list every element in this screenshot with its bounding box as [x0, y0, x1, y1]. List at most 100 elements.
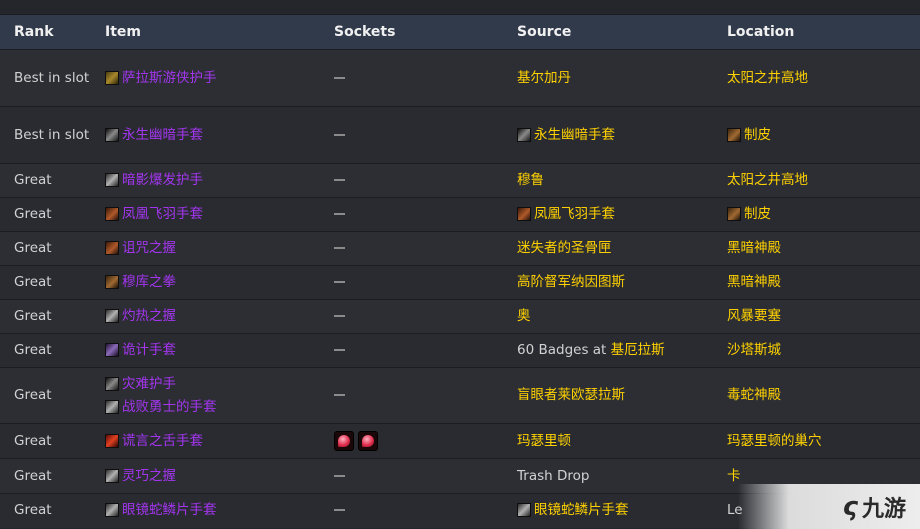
red-gem-socket-icon[interactable]	[358, 430, 378, 451]
source-link[interactable]: 盲眼者莱欧瑟拉斯	[517, 387, 625, 403]
source-cell: 盲眼者莱欧瑟拉斯	[503, 367, 713, 424]
source-link[interactable]: 玛瑟里顿	[517, 433, 571, 449]
location-link[interactable]: 黑暗神殿	[727, 240, 781, 256]
item-link[interactable]: 永生幽暗手套	[122, 127, 203, 143]
location-link[interactable]: 玛瑟里顿的巢穴	[727, 433, 822, 449]
location-link[interactable]: 太阳之井高地	[727, 172, 808, 188]
item-header[interactable]: Item	[91, 15, 320, 50]
item-link[interactable]: 灾难护手	[122, 376, 176, 392]
empty-dash	[334, 76, 345, 79]
logo-mark: ς	[842, 491, 858, 522]
gloves-icon[interactable]	[105, 433, 119, 448]
location-link[interactable]: 卡	[727, 468, 741, 484]
table-row: Great 谎言之舌手套 玛瑟里顿 玛瑟里顿的巢穴	[0, 423, 920, 459]
rank-cell: Great	[0, 231, 91, 266]
empty-dash	[334, 315, 345, 317]
source-cell: 基尔加丹	[503, 49, 713, 107]
source-link[interactable]: 穆鲁	[517, 172, 544, 188]
source-cell: 永生幽暗手套	[503, 106, 713, 164]
source-link[interactable]: 眼镜蛇鳞片手套	[534, 502, 629, 518]
item-link[interactable]: 灼热之握	[122, 308, 176, 324]
location-header[interactable]: Location	[713, 15, 920, 50]
table-row: Great 穆库之拳 高阶督军纳因图斯 黑暗神殿	[0, 265, 920, 300]
table-row: Great 诡计手套 60 Badges at 基厄拉斯 沙塔斯城	[0, 333, 920, 368]
rank-cell: Great	[0, 265, 91, 300]
gloves-icon[interactable]	[105, 275, 119, 289]
location-link[interactable]: 风暴要塞	[727, 308, 781, 324]
gloves-icon[interactable]	[105, 376, 119, 391]
gloves-icon[interactable]	[105, 127, 119, 142]
item-link[interactable]: 暗影爆发护手	[122, 172, 203, 188]
location-cell: 黑暗神殿	[713, 231, 920, 266]
gloves-icon[interactable]	[105, 207, 119, 221]
item-link[interactable]: 穆库之拳	[122, 274, 176, 290]
item-cell: 灾难护手 战败勇士的手套	[91, 367, 320, 424]
source-link[interactable]: 基尔加丹	[517, 70, 571, 86]
location-cell: 太阳之井高地	[713, 49, 920, 107]
item-cell: 灵巧之握	[91, 458, 320, 494]
rank-cell: Great	[0, 493, 91, 528]
gloves-icon[interactable]	[517, 207, 531, 221]
source-link[interactable]: 奥	[517, 308, 531, 324]
location-link[interactable]: 黑暗神殿	[727, 274, 781, 290]
table-row: Best in slot 永生幽暗手套 永生幽暗手套 制皮	[0, 106, 920, 164]
table-row: Great 灼热之握 奥 风暴要塞	[0, 299, 920, 334]
item-cell: 暗影爆发护手	[91, 163, 320, 198]
sockets-cell	[320, 106, 503, 164]
item-link[interactable]: 谎言之舌手套	[122, 433, 203, 449]
rank-header[interactable]: Rank	[0, 15, 91, 50]
sockets-cell	[320, 163, 503, 198]
sockets-cell	[320, 458, 503, 494]
sockets-header[interactable]: Sockets	[320, 15, 503, 50]
sockets-cell	[320, 493, 503, 528]
item-link[interactable]: 萨拉斯游侠护手	[122, 70, 217, 86]
item-link[interactable]: 诅咒之握	[122, 240, 176, 256]
location-link[interactable]: 制皮	[744, 127, 771, 143]
source-cell: Trash Drop	[503, 458, 713, 494]
gloves-icon[interactable]	[105, 468, 119, 483]
gloves-icon[interactable]	[105, 173, 119, 187]
item-cell: 凤凰飞羽手套	[91, 197, 320, 232]
sockets-cell	[320, 423, 503, 459]
source-link[interactable]: 高阶督军纳因图斯	[517, 274, 625, 290]
item-line: 灾难护手	[105, 373, 320, 396]
sockets-cell	[320, 231, 503, 266]
sockets-cell	[320, 265, 503, 300]
item-link[interactable]: 灵巧之握	[122, 468, 176, 484]
item-link[interactable]: 诡计手套	[122, 342, 176, 358]
empty-dash	[334, 349, 345, 351]
location-cell: 制皮	[713, 197, 920, 232]
item-cell: 诅咒之握	[91, 231, 320, 266]
table-row: Great 灾难护手 战败勇士的手套 盲眼者莱欧瑟拉斯 毒蛇神殿	[0, 367, 920, 424]
location-link[interactable]: 沙塔斯城	[727, 342, 781, 358]
item-link[interactable]: 眼镜蛇鳞片手套	[122, 502, 217, 518]
gloves-icon[interactable]	[105, 70, 119, 85]
source-cell: 60 Badges at 基厄拉斯	[503, 333, 713, 368]
gloves-icon[interactable]	[105, 399, 119, 414]
source-link[interactable]: 迷失者的圣骨匣	[517, 240, 612, 256]
red-gem-socket-icon[interactable]	[334, 430, 354, 451]
item-cell: 永生幽暗手套	[91, 106, 320, 164]
source-header[interactable]: Source	[503, 15, 713, 50]
source-link[interactable]: 基厄拉斯	[611, 342, 665, 358]
location-cell: 黑暗神殿	[713, 265, 920, 300]
rank-cell: Great	[0, 197, 91, 232]
location-link[interactable]: 毒蛇神殿	[727, 387, 781, 403]
gloves-icon[interactable]	[105, 309, 119, 323]
gloves-icon[interactable]	[517, 503, 531, 518]
source-link[interactable]: 凤凰飞羽手套	[534, 206, 615, 222]
location-link[interactable]: 制皮	[744, 206, 771, 222]
sockets-cell	[320, 333, 503, 368]
gloves-icon[interactable]	[105, 343, 119, 357]
location-cell: 太阳之井高地	[713, 163, 920, 198]
leather-icon	[727, 127, 741, 142]
source-link[interactable]: 永生幽暗手套	[534, 127, 615, 143]
item-link[interactable]: 战败勇士的手套	[122, 399, 217, 415]
location-link[interactable]: 太阳之井高地	[727, 70, 808, 86]
gloves-icon[interactable]	[105, 241, 119, 255]
gloves-icon[interactable]	[105, 503, 119, 518]
rank-cell: Great	[0, 299, 91, 334]
watermark-logo: ς 九游	[738, 484, 920, 529]
gloves-icon[interactable]	[517, 127, 531, 142]
item-link[interactable]: 凤凰飞羽手套	[122, 206, 203, 222]
